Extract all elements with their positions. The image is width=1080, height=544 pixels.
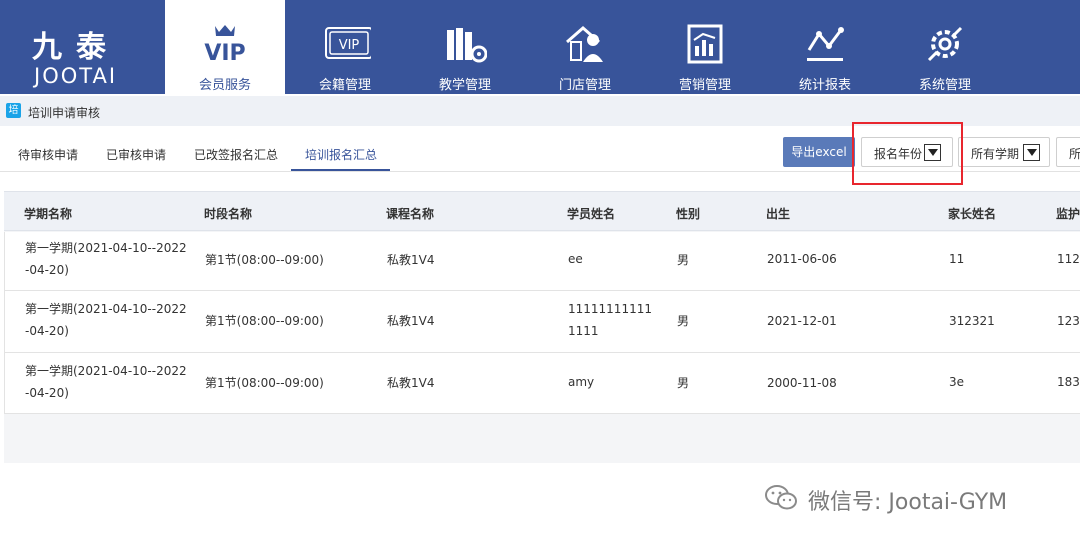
- column-header: 家长姓名: [948, 207, 997, 221]
- page-title: 培训申请审核: [28, 106, 101, 120]
- cell-parent: 3e: [949, 375, 965, 389]
- books-gear-icon: [447, 28, 487, 63]
- column-header: 学期名称: [24, 207, 73, 221]
- cell-guardian: 1836: [1057, 375, 1080, 389]
- nav-item-teaching[interactable]: 教学管理: [405, 0, 525, 94]
- cell-course: 私教1V4: [387, 314, 435, 328]
- select-value: 所: [1069, 147, 1080, 161]
- table-header: 学期名称 时段名称 课程名称 学员姓名 性别 出生 家长姓名 监护: [4, 191, 1080, 231]
- cell-term: 第一学期(2021-04-10--2022: [25, 302, 187, 316]
- cell-student: 1111: [568, 324, 599, 338]
- cell-slot: 第1节(08:00--09:00): [205, 253, 324, 267]
- cell-guardian: 1123: [1057, 252, 1080, 266]
- vip-card-icon: VIP: [325, 27, 371, 59]
- store-person-icon: [566, 26, 603, 62]
- cell-guardian: 123: [1057, 314, 1080, 328]
- svg-text:VIP: VIP: [339, 38, 360, 53]
- table-row[interactable]: 第一学期(2021-04-10--2022 -04-20) 第1节(08:00-…: [4, 232, 1080, 291]
- cell-parent: 312321: [949, 314, 995, 328]
- highlight-annotation-box: [852, 122, 963, 185]
- tab-reviewed[interactable]: 已审核申请: [106, 146, 166, 163]
- cell-term: 第一学期(2021-04-10--2022: [25, 364, 187, 378]
- chevron-down-icon: [1023, 144, 1040, 161]
- tab-rebooked-summary[interactable]: 已改签报名汇总: [194, 146, 278, 163]
- export-excel-button[interactable]: 导出excel: [783, 137, 855, 167]
- table-row[interactable]: 第一学期(2021-04-10--2022 -04-20) 第1节(08:00-…: [4, 353, 1080, 414]
- column-header: 出生: [766, 207, 791, 221]
- marketing-chart-icon: [687, 24, 723, 64]
- wechat-icon: [765, 485, 797, 510]
- column-header: 课程名称: [386, 207, 435, 221]
- nav-item-membership[interactable]: VIP 会籍管理: [285, 0, 405, 94]
- nav-item-member-service[interactable]: VIP 会员服务: [165, 0, 285, 94]
- table-row[interactable]: 第一学期(2021-04-10--2022 -04-20) 第1节(08:00-…: [4, 291, 1080, 353]
- cell-slot: 第1节(08:00--09:00): [205, 314, 324, 328]
- brand-logo[interactable]: 九泰 JOOTAI: [0, 0, 165, 94]
- cell-gender: 男: [677, 253, 690, 267]
- cell-term: -04-20): [25, 263, 69, 277]
- brand-name-en: JOOTAI: [34, 64, 118, 88]
- nav-label: 教学管理: [438, 78, 491, 93]
- settings-gears-icon: [927, 26, 963, 62]
- page-tag-icon: 培: [6, 103, 21, 118]
- nav-item-system[interactable]: 系统管理: [885, 0, 1005, 94]
- nav-label: 门店管理: [558, 78, 611, 93]
- cell-parent: 11: [949, 252, 965, 266]
- tab-pending-review[interactable]: 待审核申请: [18, 146, 78, 163]
- cell-course: 私教1V4: [387, 253, 435, 267]
- top-navigation-bar: 九泰 JOOTAI VIP 会员服务 VIP 会籍管理 教学管理 门店管理 营销…: [0, 0, 1080, 94]
- cell-student: ee: [568, 252, 583, 266]
- cell-birth: 2011-06-06: [767, 252, 837, 266]
- nav-label: 营销管理: [678, 78, 731, 93]
- nav-item-store[interactable]: 门店管理: [525, 0, 645, 94]
- nav-label: 系统管理: [918, 78, 971, 93]
- cell-birth: 2021-12-01: [767, 314, 837, 328]
- stats-line-icon: [807, 27, 844, 61]
- column-header: 性别: [676, 207, 701, 221]
- watermark-text: 微信号: Jootai-GYM: [808, 490, 1008, 515]
- nav-item-statistics[interactable]: 统计报表: [765, 0, 885, 94]
- cell-student: amy: [568, 375, 595, 389]
- cell-term: 第一学期(2021-04-10--2022: [25, 241, 187, 255]
- cell-term: -04-20): [25, 324, 69, 338]
- column-header: 时段名称: [204, 207, 253, 221]
- column-header: 监护: [1056, 207, 1080, 221]
- column-header: 学员姓名: [567, 207, 616, 221]
- cell-student: 11111111111: [568, 302, 652, 316]
- nav-label: 会员服务: [198, 78, 251, 93]
- cell-slot: 第1节(08:00--09:00): [205, 376, 324, 390]
- extra-filter-select[interactable]: 所: [1056, 137, 1080, 167]
- active-tab-indicator: [291, 169, 390, 171]
- cell-birth: 2000-11-08: [767, 376, 837, 390]
- nav-item-marketing[interactable]: 营销管理: [645, 0, 765, 94]
- cell-course: 私教1V4: [387, 376, 435, 390]
- vip-crown-icon: VIP: [204, 25, 246, 66]
- brand-name-cn: 九泰: [32, 30, 120, 65]
- nav-label: 会籍管理: [318, 78, 371, 93]
- registration-table: 学期名称 时段名称 课程名称 学员姓名 性别 出生 家长姓名 监护 第一学期(2…: [4, 191, 1080, 463]
- cell-term: -04-20): [25, 386, 69, 400]
- cell-gender: 男: [677, 376, 690, 390]
- nav-label: 统计报表: [798, 78, 851, 93]
- cell-gender: 男: [677, 314, 690, 328]
- select-value: 所有学期: [971, 147, 1020, 161]
- svg-text:VIP: VIP: [204, 41, 245, 66]
- term-select[interactable]: 所有学期: [958, 137, 1050, 167]
- tab-registration-summary[interactable]: 培训报名汇总: [305, 146, 377, 163]
